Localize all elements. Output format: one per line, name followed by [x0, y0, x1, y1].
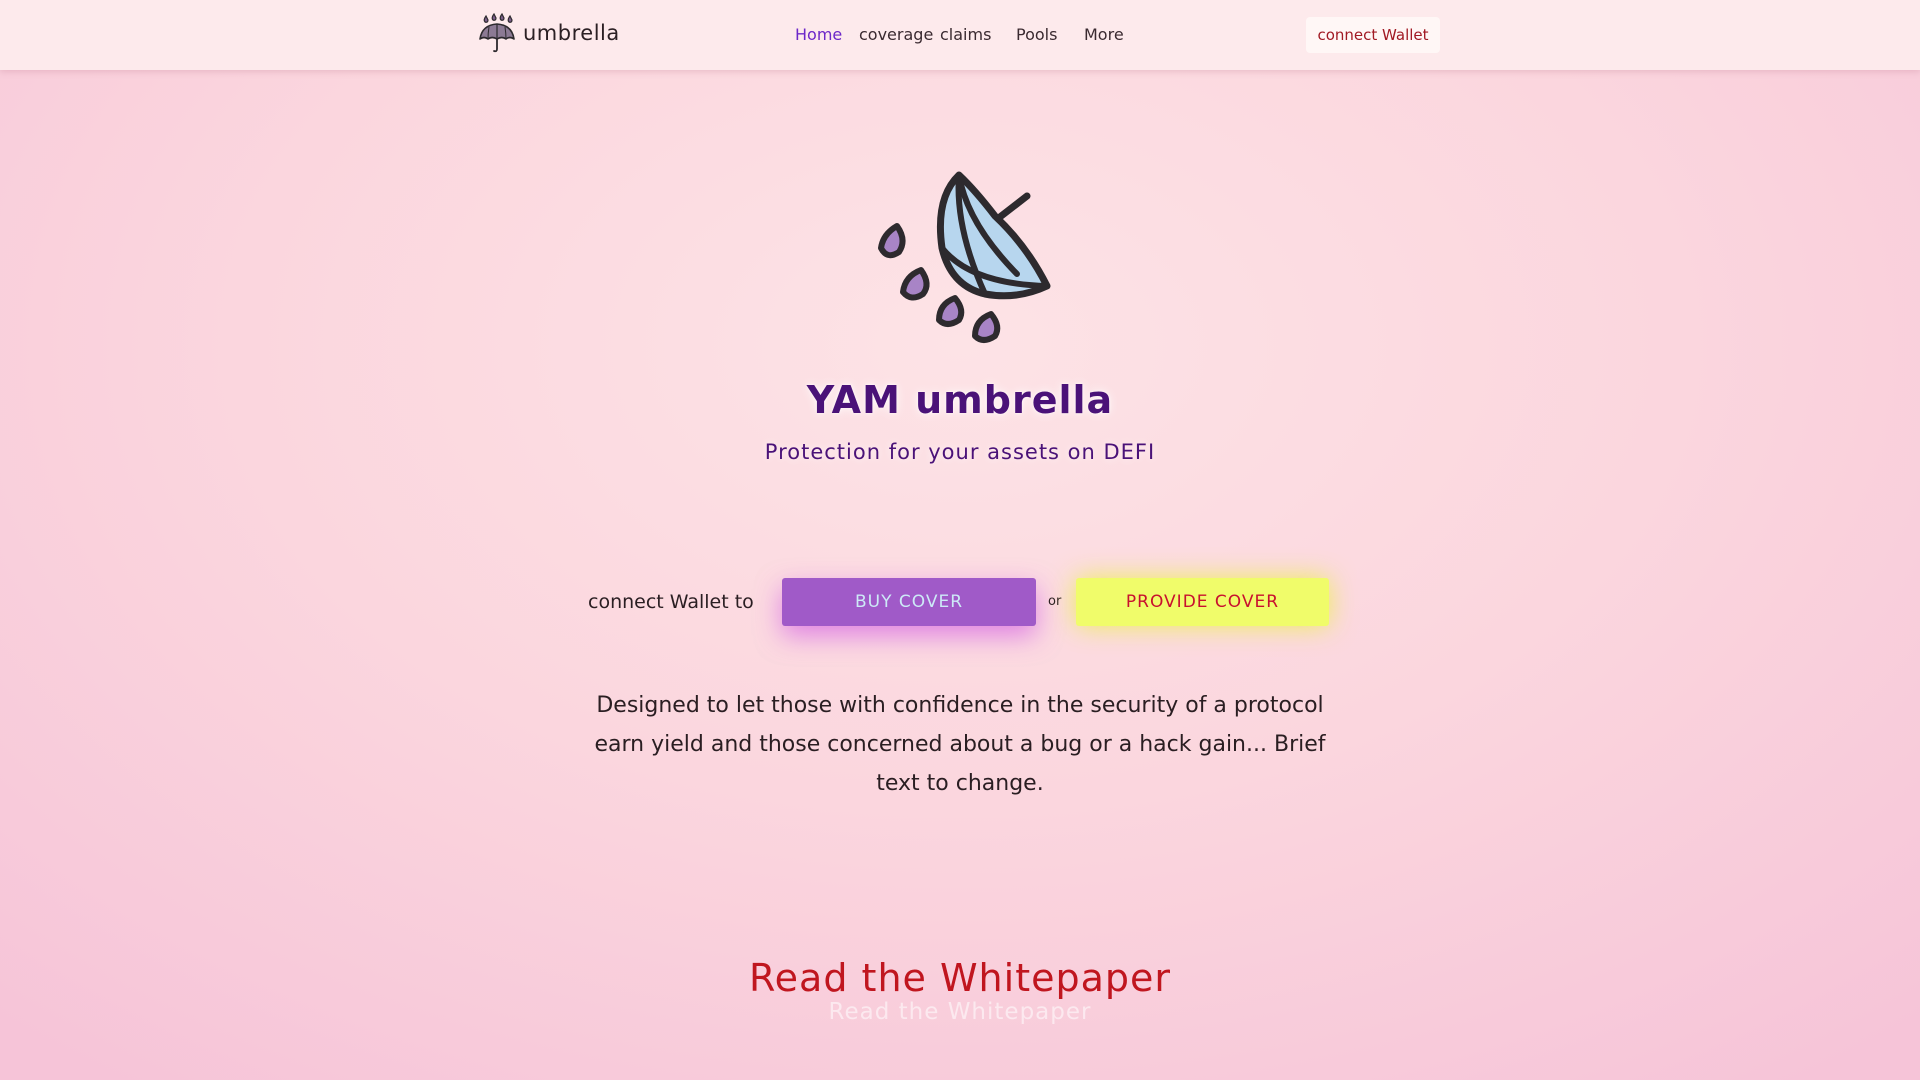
top-navbar: umbrella Home coverage claims Pools More… — [0, 0, 1920, 70]
brand-name: umbrella — [523, 21, 620, 45]
page-subtitle: Protection for your assets on DEFI — [764, 440, 1156, 464]
or-separator: or — [1048, 594, 1062, 609]
connect-wallet-button[interactable]: connect Wallet — [1306, 17, 1440, 53]
description-text: Designed to let those with confidence in… — [594, 693, 1326, 796]
page-title: YAM umbrella — [806, 378, 1114, 422]
buy-cover-button[interactable]: BUY COVER — [782, 578, 1036, 626]
whitepaper-link[interactable]: Read the Whitepaper — [0, 956, 1920, 1000]
nav-claims[interactable]: claims — [940, 25, 991, 44]
nav-coverage[interactable]: coverage — [859, 25, 933, 44]
cta-prefix-label: connect Wallet to — [588, 591, 754, 613]
brand-link[interactable]: umbrella — [477, 13, 620, 53]
whitepaper-reflection: Read the Whitepaper — [828, 999, 1092, 1025]
nav-pools[interactable]: Pools — [1016, 25, 1057, 44]
nav-home[interactable]: Home — [795, 25, 842, 44]
umbrella-rain-illustration — [878, 171, 1051, 343]
nav-more[interactable]: More — [1084, 25, 1124, 44]
umbrella-logo-icon — [479, 13, 515, 53]
provide-cover-button[interactable]: PROVIDE COVER — [1076, 578, 1329, 626]
